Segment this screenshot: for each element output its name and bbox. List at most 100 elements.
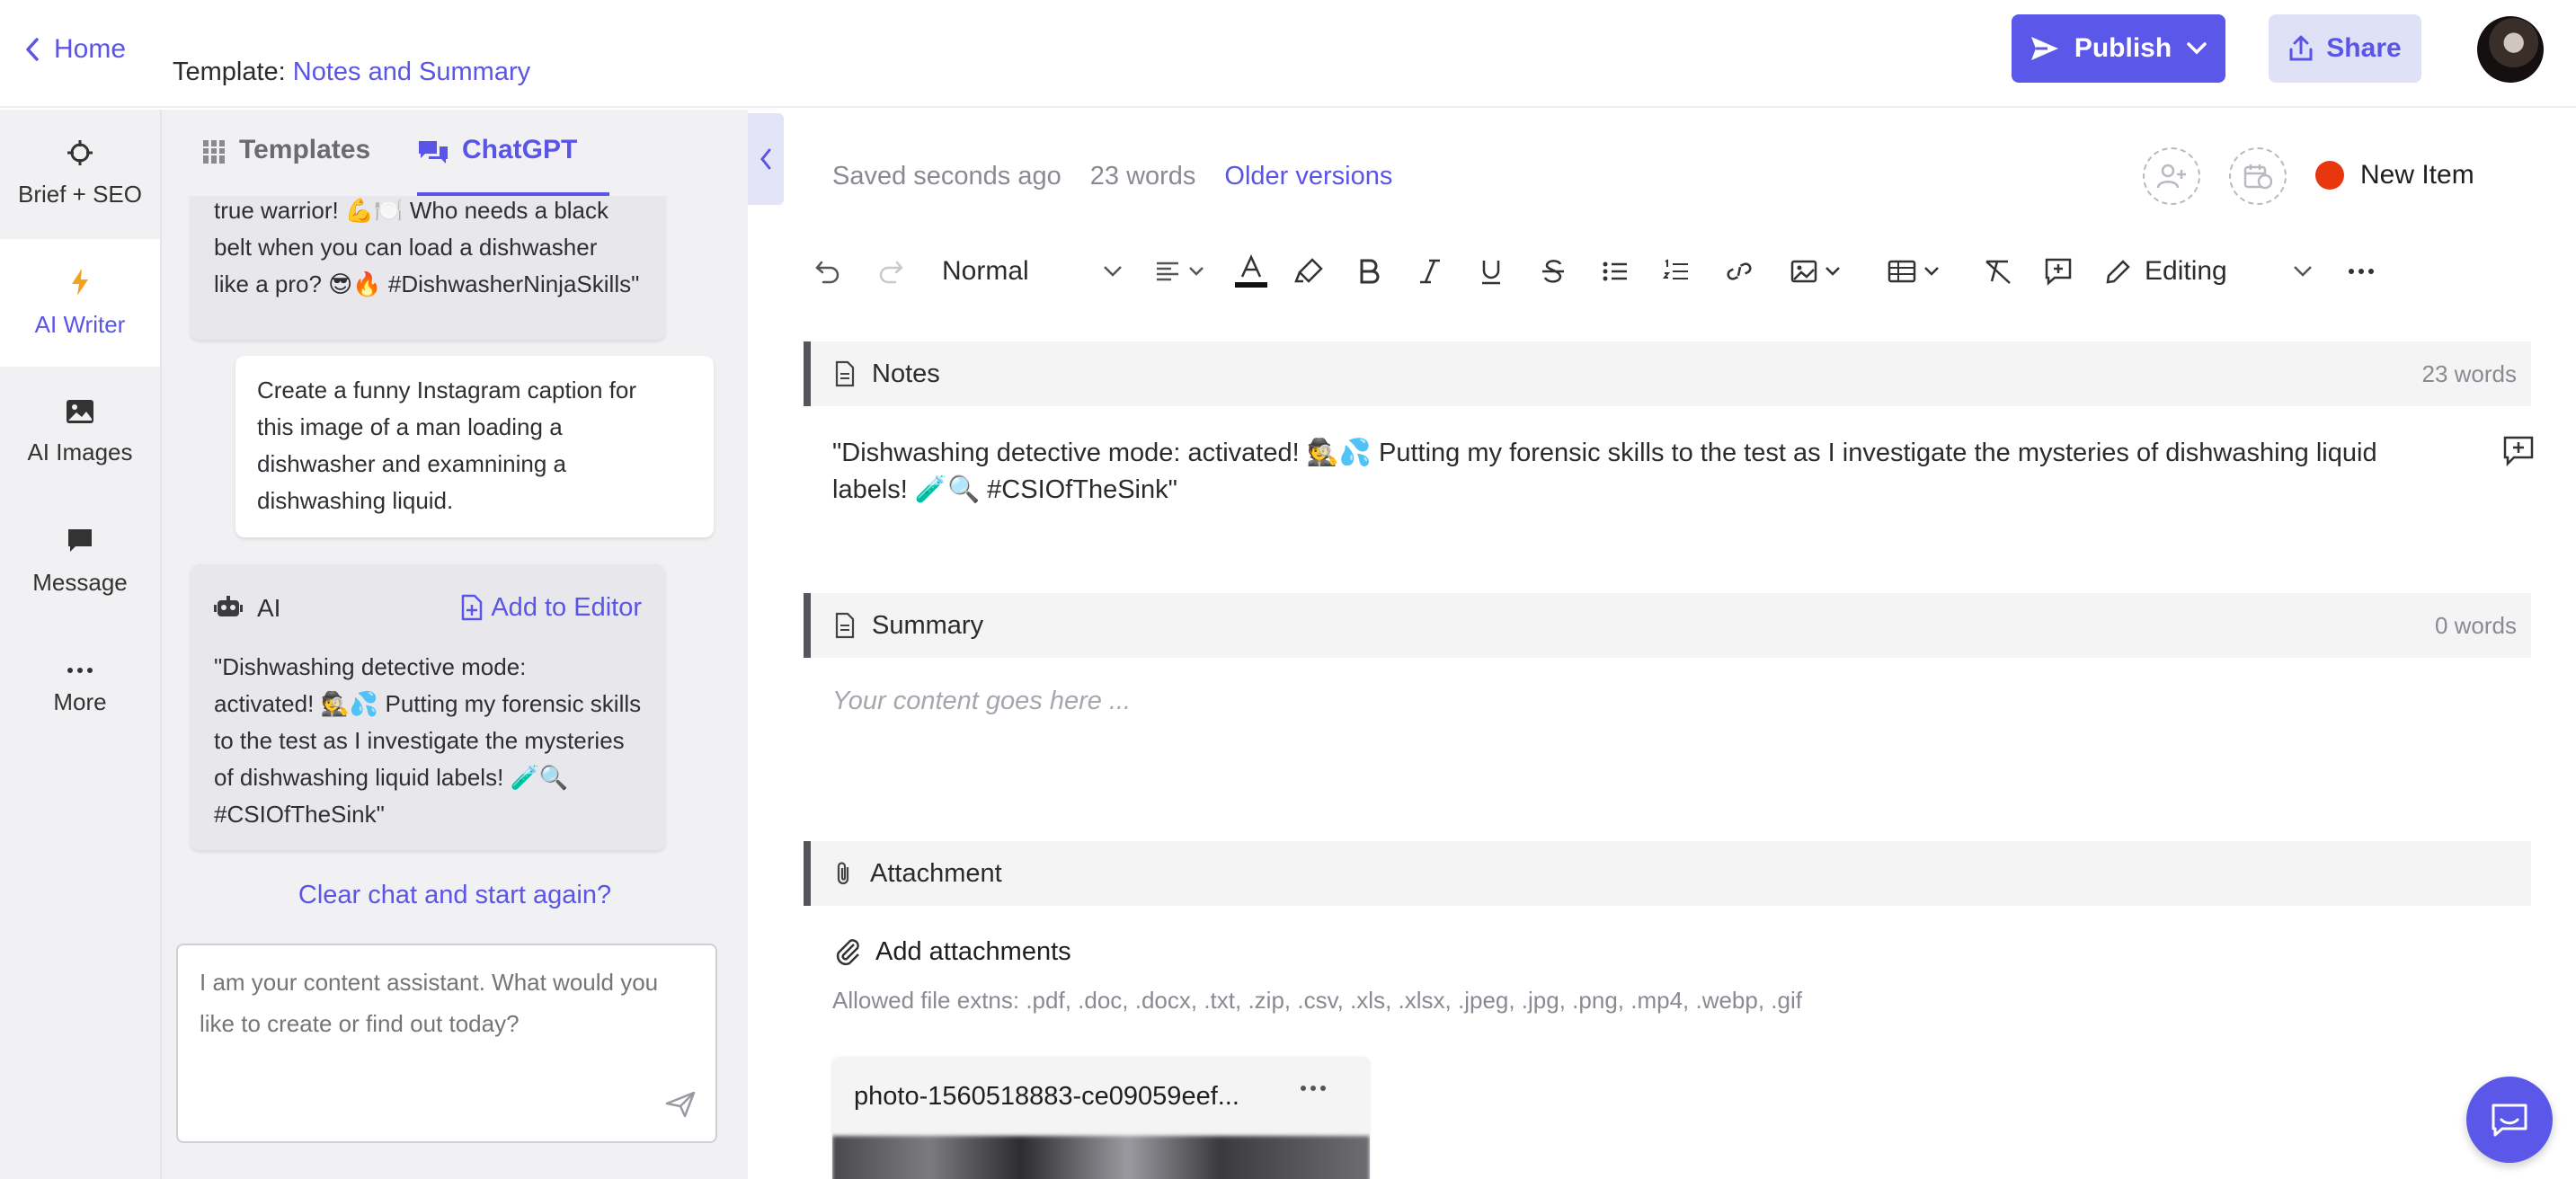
calendar-icon — [2243, 164, 2272, 190]
schedule-button[interactable] — [2229, 147, 2287, 205]
chat-icon — [419, 141, 448, 164]
section-word-count: 23 words — [2421, 359, 2518, 387]
summary-content[interactable]: Your content goes here ... — [832, 687, 1131, 716]
share-button[interactable]: Share — [2269, 14, 2421, 83]
ai-label-text: AI — [257, 593, 281, 622]
message-line: "Dishwashing detective mode: — [214, 653, 527, 680]
nav-item-more[interactable]: More — [0, 627, 160, 755]
text-style-select[interactable]: Normal — [942, 244, 1131, 298]
add-attachments-label: Add attachments — [875, 936, 1071, 966]
templates-icon — [203, 140, 225, 164]
attachment-card[interactable]: photo-1560518883-ce09059eef... — [832, 1057, 1370, 1179]
saved-status: Saved seconds ago — [832, 162, 1061, 191]
notes-content[interactable]: "Dishwashing detective mode: activated! … — [832, 435, 2423, 509]
align-button[interactable] — [1154, 244, 1210, 298]
add-user-button[interactable] — [2143, 147, 2200, 205]
publish-label: Publish — [2074, 33, 2172, 63]
undo-button[interactable] — [814, 244, 841, 298]
underline-button[interactable] — [1479, 244, 1503, 298]
chat-message-user: Create a funny Instagram caption for thi… — [235, 356, 714, 537]
chat-input[interactable] — [176, 944, 717, 1143]
nav-item-message[interactable]: Message — [0, 498, 160, 625]
redo-icon — [879, 261, 903, 284]
message-line: to the test as I investigate the mysteri… — [214, 727, 625, 754]
bold-button[interactable] — [1357, 244, 1381, 298]
nav-label-more: More — [53, 687, 107, 715]
nav-item-ai-images[interactable]: AI Images — [0, 368, 160, 496]
redo-button[interactable] — [877, 244, 904, 298]
publish-button[interactable]: Publish — [2012, 14, 2225, 83]
table-button[interactable] — [1888, 244, 1943, 298]
editor-toolbar: Normal Editing — [814, 244, 2540, 298]
nav-label-ai-images: AI Images — [27, 438, 133, 465]
chevron-down-icon — [1104, 266, 1122, 277]
italic-icon — [1420, 259, 1440, 284]
add-comment-icon — [2045, 258, 2072, 286]
editing-mode-select[interactable]: Editing — [2105, 244, 2321, 298]
chat-panel: Templates ChatGPT true warrior! 💪🍽️ Who … — [162, 110, 748, 1179]
chevron-down-icon — [2187, 42, 2207, 55]
image-button[interactable] — [1790, 244, 1846, 298]
paperclip-icon — [836, 939, 859, 966]
share-icon — [2289, 35, 2313, 61]
left-nav: Brief + SEO AI Writer AI Images Message … — [0, 110, 162, 1179]
add-comment-button[interactable] — [2044, 244, 2073, 298]
undo-icon — [815, 261, 839, 284]
chevron-down-icon — [2294, 266, 2312, 277]
collapse-panel-button[interactable] — [748, 113, 784, 205]
crosshair-icon — [67, 139, 93, 165]
link-button[interactable] — [1724, 244, 1754, 298]
clear-format-button[interactable] — [1983, 244, 2013, 298]
more-options-button[interactable] — [2348, 244, 2375, 298]
status-dot — [2315, 161, 2344, 190]
message-line: like a pro? 😎🔥 #DishwasherNinjaSkills" — [214, 270, 640, 297]
text-style-value: Normal — [942, 256, 1029, 286]
section-notes: Notes 23 words — [804, 341, 2531, 406]
clear-chat-link[interactable]: Clear chat and start again? — [162, 881, 748, 910]
nav-item-ai-writer[interactable]: AI Writer — [0, 239, 160, 367]
clear-format-icon — [1985, 260, 2011, 284]
editing-mode-value: Editing — [2145, 256, 2227, 286]
align-left-icon — [1157, 262, 1204, 281]
strikethrough-button[interactable] — [1541, 244, 1566, 298]
chat-bubble-icon — [2492, 1104, 2527, 1137]
message-line: this image of a man loading a — [257, 413, 563, 440]
message-line: activated! 🕵️💦 Putting my forensic skill… — [214, 690, 642, 717]
add-document-icon — [462, 594, 483, 621]
numbered-list-icon — [1663, 259, 1688, 279]
share-label: Share — [2326, 33, 2402, 63]
section-summary: Summary 0 words — [804, 593, 2531, 658]
message-line: Create a funny Instagram caption for — [257, 377, 637, 403]
chevron-left-icon — [760, 148, 771, 170]
numbered-list-button[interactable] — [1663, 244, 1690, 298]
template-name[interactable]: Notes and Summary — [293, 58, 530, 86]
add-to-editor-button[interactable]: Add to Editor — [460, 590, 642, 626]
chat-tabs: Templates ChatGPT — [162, 110, 748, 196]
older-versions-link[interactable]: Older versions — [1224, 162, 1392, 191]
italic-button[interactable] — [1418, 244, 1442, 298]
document-icon — [835, 360, 855, 387]
ai-label: AI — [214, 590, 280, 626]
nav-label-ai-writer: AI Writer — [34, 310, 126, 338]
tab-templates[interactable]: Templates — [201, 135, 370, 196]
avatar[interactable] — [2477, 16, 2544, 83]
bold-icon — [1360, 259, 1380, 284]
section-title: Summary — [872, 610, 984, 640]
send-icon[interactable] — [665, 1091, 696, 1118]
highlight-button[interactable] — [1294, 244, 1325, 298]
add-attachments-button[interactable]: Add attachments — [832, 936, 1071, 967]
underline-icon — [1482, 261, 1500, 285]
text-color-button[interactable] — [1233, 244, 1269, 298]
status-badge[interactable]: New Item — [2315, 160, 2474, 191]
tab-chatgpt-label: ChatGPT — [462, 135, 578, 164]
send-icon — [2030, 37, 2058, 60]
nav-item-brief-seo[interactable]: Brief + SEO — [0, 110, 160, 237]
home-link[interactable]: Home — [23, 34, 126, 65]
section-word-count: 0 words — [2434, 611, 2517, 639]
more-icon[interactable] — [1300, 1075, 1327, 1102]
text-color-icon — [1235, 253, 1267, 288]
support-chat-button[interactable] — [2466, 1077, 2553, 1163]
bullet-list-button[interactable] — [1602, 244, 1629, 298]
tab-chatgpt[interactable]: ChatGPT — [417, 135, 609, 196]
add-comment-icon[interactable] — [2502, 435, 2535, 467]
